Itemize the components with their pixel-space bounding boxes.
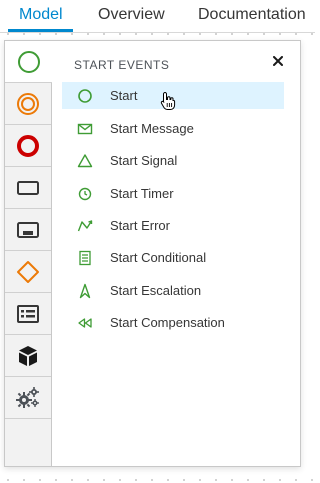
gateway-icon — [17, 260, 39, 283]
panel-title: START EVENTS — [74, 58, 170, 72]
sidebar-item-intermediate-events[interactable] — [5, 83, 51, 125]
start-timer-icon — [77, 186, 93, 202]
close-icon — [273, 56, 283, 66]
event-item-label: Start — [110, 88, 138, 103]
start-event-icon — [17, 50, 40, 73]
start-conditional-icon — [77, 250, 93, 266]
container-icon — [17, 304, 39, 323]
event-item-start-conditional[interactable]: Start Conditional — [62, 244, 284, 271]
start-message-icon — [77, 121, 93, 137]
event-item-start-escalation[interactable]: Start Escalation — [62, 277, 284, 304]
sidebar-item-custom-tasks[interactable] — [5, 377, 51, 419]
sidebar-item-artifacts[interactable] — [5, 335, 51, 377]
event-item-label: Start Conditional — [110, 250, 207, 265]
sidebar-item-subprocesses[interactable] — [5, 209, 51, 251]
editor-tabs: Model Overview Documentation — [0, 0, 315, 33]
sidebar-item-tasks[interactable] — [5, 167, 51, 209]
sidebar-item-start-events[interactable] — [5, 41, 52, 83]
active-tab-indicator — [8, 29, 73, 32]
cube-icon — [19, 345, 37, 366]
start-escalation-icon — [77, 283, 93, 299]
event-item-label: Start Timer — [110, 186, 174, 201]
sidebar-item-end-events[interactable] — [5, 125, 51, 167]
start-none-icon — [77, 88, 93, 104]
palette: START EVENTS Start Start Message Start S… — [4, 40, 301, 467]
start-signal-icon — [77, 153, 93, 169]
task-icon — [17, 180, 39, 195]
close-button[interactable] — [270, 53, 286, 69]
event-item-start-message[interactable]: Start Message — [62, 115, 284, 142]
tab-overview[interactable]: Overview — [98, 6, 165, 24]
tab-documentation[interactable]: Documentation — [198, 6, 306, 24]
event-item-label: Start Signal — [110, 153, 178, 168]
gears-icon — [16, 386, 39, 408]
event-item-label: Start Compensation — [110, 315, 225, 330]
canvas-grid-bottom — [0, 479, 320, 481]
start-compensation-icon — [77, 315, 93, 331]
hand-cursor-icon — [160, 91, 176, 110]
start-events-panel: START EVENTS Start Start Message Start S… — [52, 41, 300, 466]
intermediate-event-icon — [17, 92, 39, 115]
event-item-start-timer[interactable]: Start Timer — [62, 180, 284, 207]
sidebar-item-containers[interactable] — [5, 293, 51, 335]
tab-model[interactable]: Model — [19, 6, 63, 24]
subprocess-icon — [17, 221, 39, 238]
sidebar-item-gateways[interactable] — [5, 251, 51, 293]
start-error-icon — [77, 218, 93, 234]
event-item-label: Start Error — [110, 218, 170, 233]
canvas-grid-top — [0, 33, 320, 35]
event-item-label: Start Message — [110, 121, 194, 136]
palette-sidebar — [5, 41, 52, 466]
event-item-start-compensation[interactable]: Start Compensation — [62, 309, 284, 336]
event-item-start-error[interactable]: Start Error — [62, 212, 284, 239]
event-item-start-signal[interactable]: Start Signal — [62, 147, 284, 174]
event-item-label: Start Escalation — [110, 283, 202, 298]
end-event-icon — [17, 134, 39, 157]
